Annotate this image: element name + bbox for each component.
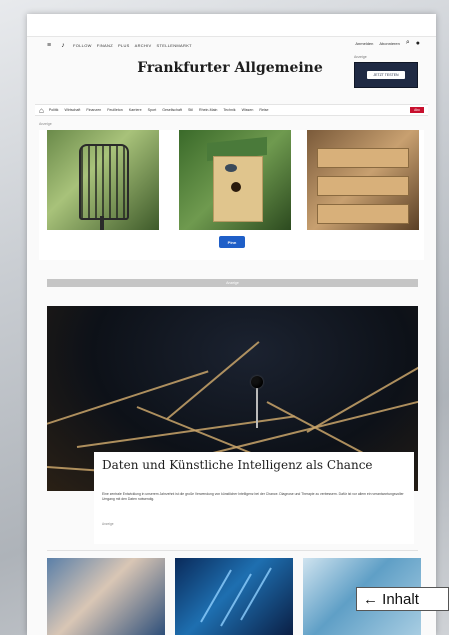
- ressort-item[interactable]: Finanzen: [86, 108, 101, 112]
- ad-image-strip[interactable]: Pinn: [39, 130, 424, 260]
- ressort-item[interactable]: Wissen: [242, 108, 254, 112]
- article-byline: Anzeige: [102, 522, 114, 526]
- nav-right: Anmelden Abonnieren ⌕ ●: [349, 39, 420, 47]
- ressort-item[interactable]: Sport: [148, 108, 157, 112]
- ressort-item[interactable]: Wirtschaft: [64, 108, 80, 112]
- ressort-item[interactable]: Stil: [188, 108, 193, 112]
- nest-box: [317, 148, 409, 168]
- dna-helix: [240, 567, 272, 621]
- nav-section[interactable]: FINANZ: [97, 43, 113, 48]
- nav-section[interactable]: PLUS: [118, 43, 130, 48]
- top-navigation: ≡ ♪ FOLLOW FINANZ PLUS ARCHIV STELLENMAR…: [45, 39, 420, 51]
- ressort-item[interactable]: Karriere: [129, 108, 142, 112]
- pin-needle: [256, 388, 258, 428]
- site-logo[interactable]: Frankfurter Allgemeine: [135, 60, 325, 76]
- ressort-item[interactable]: Technik: [223, 108, 235, 112]
- menu-icon[interactable]: ≡: [45, 41, 53, 49]
- birdhouse-hole: [231, 182, 241, 192]
- ad-cta-button[interactable]: JETZT TESTEN: [367, 71, 405, 79]
- login-link[interactable]: Anmelden: [355, 41, 373, 46]
- ressort-item[interactable]: Feuilleton: [107, 108, 123, 112]
- article-thumbnail[interactable]: [175, 558, 293, 635]
- nav-section[interactable]: FOLLOW: [73, 43, 92, 48]
- ad-separator-label: Anzeige: [226, 281, 239, 285]
- feeder-pole: [100, 216, 104, 230]
- ressort-item[interactable]: Politik: [49, 108, 59, 112]
- nest-box: [317, 176, 409, 196]
- ad-badge[interactable]: Pinn: [219, 236, 245, 248]
- table-of-contents-button[interactable]: ← Inhalt: [356, 587, 449, 611]
- birdhouse-image[interactable]: [179, 130, 291, 230]
- audio-icon[interactable]: ♪: [59, 41, 67, 49]
- ad-label: Anzeige: [354, 55, 367, 59]
- ad-label: Anzeige: [39, 122, 52, 126]
- ad-separator-bar: Anzeige: [47, 279, 418, 287]
- straw: [76, 415, 295, 448]
- article-card[interactable]: Daten und Künstliche Intelligenz als Cha…: [94, 452, 414, 544]
- user-icon[interactable]: ●: [416, 40, 420, 47]
- feeder-cage: [79, 144, 129, 220]
- ressort-navigation: ⌂ Politik Wirtschaft Finanzen Feuilleton…: [35, 104, 428, 116]
- search-icon[interactable]: ⌕: [406, 39, 410, 47]
- pin-head: [251, 376, 263, 388]
- section-divider: [47, 550, 418, 551]
- nav-section[interactable]: ARCHIV: [135, 43, 152, 48]
- nest-box: [317, 204, 409, 224]
- article-thumbnail[interactable]: [47, 558, 165, 635]
- ressort-item[interactable]: Reise: [259, 108, 268, 112]
- nest-boxes-image[interactable]: [307, 130, 419, 230]
- article-headline[interactable]: Daten und Künstliche Intelligenz als Cha…: [102, 458, 402, 473]
- bird-feeder-image[interactable]: [47, 130, 159, 230]
- subscribe-link[interactable]: Abonnieren: [379, 41, 399, 46]
- ressort-item[interactable]: Rhein-Main: [199, 108, 217, 112]
- home-icon[interactable]: ⌂: [39, 106, 44, 115]
- ad-banner[interactable]: JETZT TESTEN: [354, 62, 418, 88]
- ressort-item[interactable]: Gesellschaft: [162, 108, 182, 112]
- abo-button[interactable]: Abo: [410, 107, 424, 113]
- straw: [306, 361, 418, 433]
- article-teaser: Eine zentrale Entwicklung in unserem Jah…: [102, 492, 404, 502]
- nav-section[interactable]: STELLENMARKT: [157, 43, 192, 48]
- bird: [225, 164, 237, 172]
- tablet-page: ≡ ♪ FOLLOW FINANZ PLUS ARCHIV STELLENMAR…: [27, 14, 436, 635]
- browser-top-bar: [27, 14, 436, 37]
- straw: [47, 370, 209, 428]
